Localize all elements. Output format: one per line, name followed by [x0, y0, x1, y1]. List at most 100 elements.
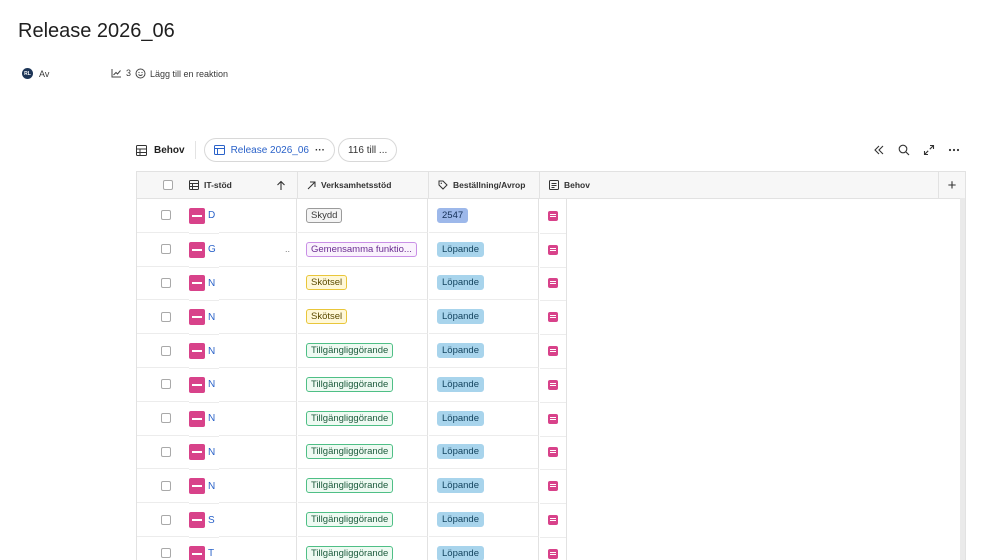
- row-select-cell[interactable]: [137, 300, 189, 335]
- it-stod-cell[interactable]: G: [189, 233, 219, 268]
- verksamhetsstod-cell[interactable]: Tillgängliggörande: [298, 469, 428, 504]
- row-checkbox[interactable]: [161, 244, 171, 255]
- row-select-cell[interactable]: [137, 334, 189, 368]
- verksamhetsstod-cell[interactable]: Tillgängliggörande: [298, 537, 428, 560]
- page-analytics[interactable]: 3: [111, 68, 131, 78]
- table-row[interactable]: G.. Gemensamma funktio... Löpande: [137, 232, 965, 268]
- it-stod-cell[interactable]: S: [189, 503, 219, 538]
- row-select-cell[interactable]: [137, 368, 189, 402]
- bestallning-tag[interactable]: 2547: [437, 207, 469, 223]
- bestallning-tag[interactable]: Löpande: [437, 343, 484, 359]
- expand-icon[interactable]: [923, 144, 935, 156]
- table-row[interactable]: N Tillgängliggörande Löpande: [137, 469, 965, 505]
- collapse-icon[interactable]: [873, 144, 885, 156]
- verksamhetsstod-tag[interactable]: Tillgängliggörande: [306, 478, 394, 494]
- row-checkbox[interactable]: [161, 548, 171, 559]
- bestallning-cell[interactable]: Löpande: [429, 300, 539, 335]
- behov-cell[interactable]: [540, 232, 567, 268]
- bestallning-tag[interactable]: Löpande: [437, 410, 484, 426]
- verksamhetsstod-cell[interactable]: Gemensamma funktio...: [298, 232, 428, 267]
- it-stod-cell[interactable]: N: [189, 334, 219, 369]
- behov-page-icon[interactable]: [548, 515, 558, 526]
- it-stod-cell[interactable]: N: [189, 267, 219, 302]
- bestallning-cell[interactable]: Löpande: [429, 435, 539, 470]
- bestallning-cell[interactable]: 2547: [429, 199, 539, 233]
- it-stod-link[interactable]: T: [208, 548, 214, 559]
- behov-page-icon[interactable]: [548, 413, 558, 424]
- it-stod-link[interactable]: N: [208, 278, 215, 289]
- row-checkbox[interactable]: [161, 277, 171, 288]
- view-more-icon[interactable]: ···: [315, 145, 325, 156]
- column-header-bestallning[interactable]: Beställning/Avrop: [438, 172, 525, 198]
- view-tab-release[interactable]: Release 2026_06 ···: [203, 138, 335, 162]
- bestallning-tag[interactable]: Löpande: [437, 309, 484, 325]
- bestallning-tag[interactable]: Löpande: [437, 444, 484, 460]
- bestallning-tag[interactable]: Löpande: [437, 376, 484, 392]
- bestallning-tag[interactable]: Löpande: [437, 512, 484, 528]
- column-header-behov[interactable]: Behov: [549, 172, 590, 198]
- verksamhetsstod-cell[interactable]: Tillgängliggörande: [298, 334, 428, 368]
- sort-ascending-icon[interactable]: [276, 172, 286, 198]
- behov-page-icon[interactable]: [548, 481, 558, 492]
- verksamhetsstod-cell[interactable]: Tillgängliggörande: [298, 401, 428, 436]
- table-row[interactable]: S Tillgängliggörande Löpande: [137, 503, 965, 538]
- verksamhetsstod-cell[interactable]: Skötsel: [298, 266, 428, 301]
- bestallning-tag[interactable]: Löpande: [437, 275, 484, 291]
- bestallning-cell[interactable]: Löpande: [429, 503, 539, 537]
- it-stod-cell[interactable]: N: [189, 402, 219, 437]
- filter-chip[interactable]: 116 till ...: [337, 138, 398, 162]
- it-stod-cell[interactable]: N: [189, 300, 219, 336]
- add-reaction-button[interactable]: Lägg till en reaktion: [135, 68, 228, 79]
- more-icon[interactable]: [948, 144, 960, 156]
- row-checkbox[interactable]: [161, 413, 171, 424]
- row-select-cell[interactable]: [137, 537, 189, 560]
- it-stod-link[interactable]: D: [208, 210, 215, 221]
- row-checkbox[interactable]: [161, 446, 171, 457]
- select-all-checkbox[interactable]: [163, 180, 173, 190]
- verksamhetsstod-tag[interactable]: Tillgängliggörande: [306, 545, 394, 560]
- behov-cell[interactable]: [540, 503, 567, 538]
- verksamhetsstod-tag[interactable]: Skötsel: [306, 309, 348, 325]
- behov-page-icon[interactable]: [548, 312, 558, 323]
- bestallning-tag[interactable]: Löpande: [437, 478, 484, 494]
- verksamhetsstod-tag[interactable]: Tillgängliggörande: [306, 376, 394, 392]
- search-icon[interactable]: [898, 144, 910, 156]
- row-checkbox[interactable]: [161, 480, 171, 491]
- table-row[interactable]: N Tillgängliggörande Löpande: [137, 401, 965, 437]
- behov-cell[interactable]: [540, 334, 567, 369]
- bestallning-cell[interactable]: Löpande: [429, 368, 539, 402]
- it-stod-link[interactable]: N: [208, 379, 215, 390]
- table-row[interactable]: D Skydd 2547: [137, 199, 965, 234]
- behov-page-icon[interactable]: [548, 548, 558, 559]
- verksamhetsstod-tag[interactable]: Tillgängliggörande: [306, 410, 394, 426]
- behov-cell[interactable]: [540, 368, 567, 403]
- it-stod-link[interactable]: N: [208, 413, 215, 424]
- row-select-cell[interactable]: [137, 233, 189, 267]
- behov-cell[interactable]: [540, 435, 567, 471]
- select-all-cell[interactable]: [163, 172, 173, 198]
- verksamhetsstod-cell[interactable]: Tillgängliggörande: [298, 503, 428, 537]
- column-header-it-stod[interactable]: IT-stöd: [189, 172, 232, 198]
- behov-page-icon[interactable]: [548, 447, 558, 458]
- row-select-cell[interactable]: [137, 469, 189, 504]
- bestallning-cell[interactable]: Löpande: [429, 266, 539, 301]
- verksamhetsstod-tag[interactable]: Tillgängliggörande: [306, 512, 394, 528]
- behov-page-icon[interactable]: [548, 210, 558, 221]
- it-stod-link[interactable]: N: [208, 312, 215, 323]
- database-title[interactable]: Behov: [136, 141, 196, 159]
- add-column-button[interactable]: +: [938, 172, 965, 198]
- row-select-cell[interactable]: [137, 402, 189, 436]
- bestallning-cell[interactable]: Löpande: [429, 334, 539, 368]
- behov-page-icon[interactable]: [548, 379, 558, 390]
- behov-page-icon[interactable]: [548, 346, 558, 357]
- it-stod-cell[interactable]: N: [189, 368, 219, 403]
- behov-cell[interactable]: [540, 266, 567, 302]
- behov-cell[interactable]: [540, 537, 567, 560]
- it-stod-cell[interactable]: N: [189, 469, 219, 505]
- row-checkbox[interactable]: [161, 210, 171, 221]
- behov-cell[interactable]: [540, 199, 567, 234]
- bestallning-cell[interactable]: Löpande: [429, 469, 539, 504]
- it-stod-link[interactable]: G: [208, 244, 216, 255]
- table-row[interactable]: T Tillgängliggörande Löpande: [137, 537, 965, 560]
- verksamhetsstod-cell[interactable]: Skötsel: [298, 300, 428, 335]
